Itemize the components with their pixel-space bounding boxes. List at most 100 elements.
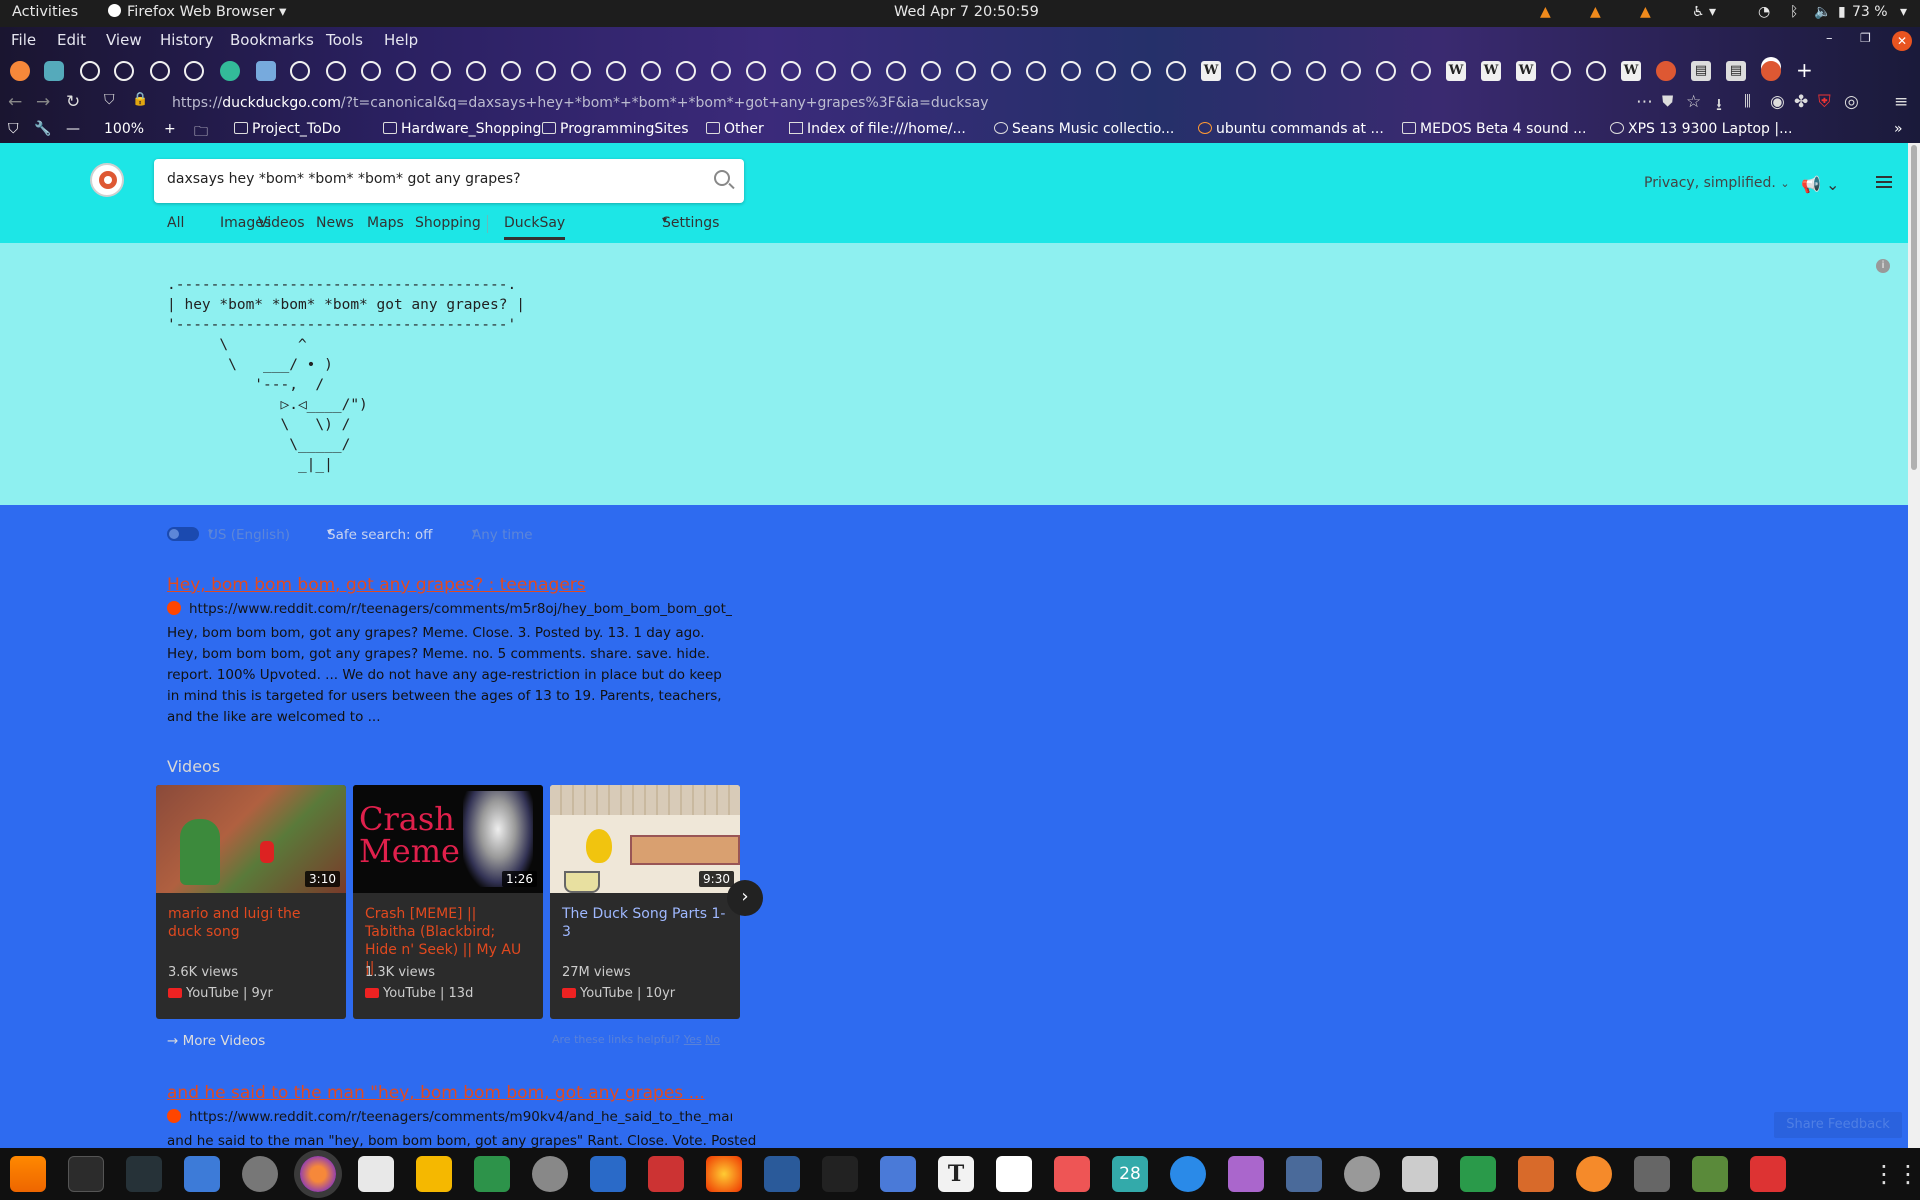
system-monitor-dock-icon[interactable] <box>126 1156 162 1192</box>
github-extension-icon[interactable]: ◎ <box>1844 92 1859 112</box>
video-card[interactable]: 9:30 The Duck Song Parts 1-3 27M views Y… <box>550 785 740 1019</box>
github-tab-icon[interactable] <box>150 61 170 81</box>
tab-ducksay[interactable]: DuckSay <box>504 215 566 240</box>
app-store-dock-icon[interactable] <box>1344 1156 1380 1192</box>
github-tab-icon[interactable] <box>991 61 1011 81</box>
shield-tab-icon[interactable] <box>220 61 240 81</box>
video-title[interactable]: Crash [MEME] || Tabitha (Blackbird; Hide… <box>353 893 543 976</box>
firefox-tab-icon[interactable] <box>10 61 30 81</box>
video-thumbnail[interactable]: 3:10 <box>156 785 346 893</box>
menu-view[interactable]: View <box>106 31 142 49</box>
calculator-dock-icon[interactable] <box>416 1156 452 1192</box>
bookmark-folder-programming-sites[interactable]: ProgrammingSites <box>542 121 689 137</box>
battery-icon[interactable]: ▮ <box>1838 4 1846 20</box>
github-tab-icon[interactable] <box>501 61 521 81</box>
activities-button[interactable]: Activities <box>12 4 78 20</box>
bookmark-folder-hardware-shopping[interactable]: Hardware_Shopping <box>383 121 541 137</box>
pocket-icon[interactable]: ⛊ <box>1662 92 1673 110</box>
screenshot-dock-icon[interactable] <box>880 1156 916 1192</box>
github-tab-icon[interactable] <box>606 61 626 81</box>
music-player-dock-icon[interactable] <box>706 1156 742 1192</box>
tracking-shield-icon[interactable]: ⛉ <box>104 92 115 108</box>
inkscape-dock-icon[interactable] <box>822 1156 858 1192</box>
extension-icon[interactable]: ✤ <box>1794 92 1808 112</box>
show-apps-grid-icon[interactable]: ⋮⋮⋮ <box>1872 1156 1920 1192</box>
account-icon[interactable]: ◉ <box>1770 92 1785 112</box>
menu-file[interactable]: File <box>11 31 36 49</box>
helpful-yes-link[interactable]: Yes <box>684 1033 702 1046</box>
video-thumbnail[interactable]: 9:30 <box>550 785 740 893</box>
ddg-hamburger-icon[interactable] <box>1876 176 1892 188</box>
cloud-tab-icon[interactable] <box>44 61 64 81</box>
result-title-link[interactable]: Hey, bom bom bom, got any grapes? : teen… <box>167 575 732 595</box>
github-tab-icon[interactable] <box>676 61 696 81</box>
bookmark-folder-other[interactable]: Other <box>706 121 764 137</box>
wikipedia-tab-icon[interactable]: W <box>1481 61 1501 81</box>
search-box[interactable]: daxsays hey *bom* *bom* *bom* got any gr… <box>154 159 744 203</box>
github-tab-icon[interactable] <box>536 61 556 81</box>
github-tab-icon[interactable] <box>781 61 801 81</box>
info-icon[interactable]: i <box>1876 259 1890 273</box>
wikipedia-tab-icon[interactable]: W <box>1446 61 1466 81</box>
terminal-dock-icon[interactable] <box>68 1156 104 1192</box>
mahjongg-dock-icon[interactable] <box>474 1156 510 1192</box>
wifi-icon[interactable]: ◔ <box>1758 4 1770 20</box>
hamburger-menu-icon[interactable]: ≡ <box>1894 92 1908 112</box>
github-tab-icon[interactable] <box>711 61 731 81</box>
active-tab-duckduckgo[interactable] <box>1761 61 1781 81</box>
reload-icon[interactable]: ↻ <box>66 92 80 112</box>
tab-shopping[interactable]: Shopping <box>415 215 481 231</box>
menu-edit[interactable]: Edit <box>57 31 86 49</box>
video-title[interactable]: The Duck Song Parts 1-3 <box>550 893 740 961</box>
video-title[interactable]: mario and luigi the duck song <box>156 893 346 961</box>
github-tab-icon[interactable] <box>114 61 134 81</box>
github-tab-icon[interactable] <box>1306 61 1326 81</box>
carousel-next-button[interactable]: › <box>727 880 763 916</box>
video-card[interactable]: Crash Meme 1:26 Crash [MEME] || Tabitha … <box>353 785 543 1019</box>
github-tab-icon[interactable] <box>431 61 451 81</box>
result-url[interactable]: https://www.reddit.com/r/teenagers/comme… <box>167 601 732 617</box>
menu-history[interactable]: History <box>160 31 213 49</box>
github-tab-icon[interactable] <box>571 61 591 81</box>
bookmark-folder-project-todo[interactable]: Project_ToDo <box>234 121 341 137</box>
bookmark-index-of-file[interactable]: Index of file:///home/... <box>789 121 966 137</box>
github-tab-icon[interactable] <box>1551 61 1571 81</box>
mario-game-dock-icon[interactable] <box>1750 1156 1786 1192</box>
zoom-level[interactable]: 100% <box>104 121 144 137</box>
document-viewer-dock-icon[interactable] <box>590 1156 626 1192</box>
zoom-in-icon[interactable]: + <box>164 121 176 137</box>
video-card[interactable]: 3:10 mario and luigi the duck song 3.6K … <box>156 785 346 1019</box>
scrollbar-thumb[interactable] <box>1911 145 1917 470</box>
menu-help[interactable]: Help <box>384 31 418 49</box>
github-tab-icon[interactable] <box>1096 61 1116 81</box>
minecraft-dock-icon[interactable] <box>1692 1156 1728 1192</box>
menu-tools[interactable]: Tools <box>326 31 363 49</box>
privacy-menu[interactable]: Privacy, simplified. ⌄ <box>1644 175 1790 191</box>
books-dock-icon[interactable] <box>1286 1156 1322 1192</box>
accessibility-icon[interactable]: ♿ ▾ <box>1692 4 1716 20</box>
presentation-dock-icon[interactable] <box>1518 1156 1554 1192</box>
github-tab-icon[interactable] <box>361 61 381 81</box>
tab-maps[interactable]: Maps <box>367 215 404 231</box>
github-tab-icon[interactable] <box>290 61 310 81</box>
vlc-icon[interactable]: ▲ <box>1640 4 1651 20</box>
video-thumbnail[interactable]: Crash Meme 1:26 <box>353 785 543 893</box>
page-tab-icon[interactable]: ▤ <box>1726 61 1746 81</box>
typora-dock-icon[interactable]: T <box>938 1156 974 1192</box>
helpful-no-link[interactable]: No <box>705 1033 720 1046</box>
wrench-icon[interactable]: 🔧 <box>34 121 51 137</box>
github-tab-icon[interactable] <box>1061 61 1081 81</box>
more-videos-link[interactable]: → More Videos <box>167 1033 265 1049</box>
page-scrollbar[interactable] <box>1908 143 1920 1148</box>
duckduckgo-logo[interactable] <box>90 163 124 197</box>
github-tab-icon[interactable] <box>851 61 871 81</box>
github-tab-icon[interactable] <box>956 61 976 81</box>
github-tab-icon[interactable] <box>1411 61 1431 81</box>
vlc-icon[interactable]: ▲ <box>1540 4 1551 20</box>
firefox-dock-icon[interactable] <box>300 1156 336 1192</box>
share-feedback-button[interactable]: Share Feedback <box>1774 1112 1902 1138</box>
files-dock-icon[interactable] <box>358 1156 394 1192</box>
help-dock-icon[interactable] <box>1170 1156 1206 1192</box>
tab-all[interactable]: All <box>167 215 184 231</box>
github-tab-icon[interactable] <box>1586 61 1606 81</box>
